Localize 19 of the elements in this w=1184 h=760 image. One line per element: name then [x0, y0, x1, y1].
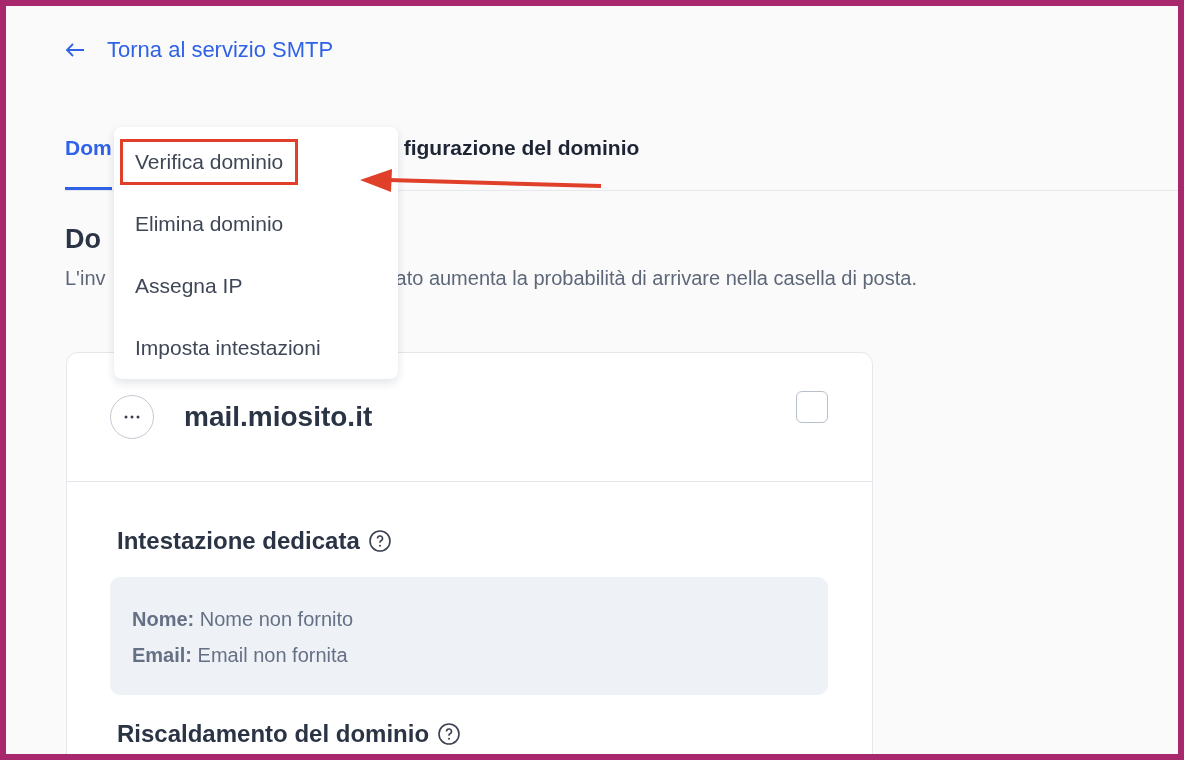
back-link[interactable]: Torna al servizio SMTP — [65, 36, 334, 64]
menu-item[interactable]: Imposta intestazioni — [120, 325, 336, 371]
help-icon[interactable] — [437, 722, 462, 746]
tab[interactable]: figurazione del dominio — [403, 134, 640, 190]
back-arrow-icon — [65, 42, 85, 58]
help-icon[interactable] — [367, 529, 392, 553]
section-title: Riscaldamento del dominio — [117, 720, 430, 748]
info-line: Nome: Nome non fornito — [132, 607, 355, 632]
info-line: Email: Email non fornita — [132, 643, 349, 668]
tab[interactable]: Dom — [65, 134, 112, 190]
menu-item[interactable]: Elimina dominio — [120, 201, 299, 247]
ellipsis-icon — [123, 415, 141, 419]
menu-item[interactable]: Verifica dominio — [120, 139, 299, 185]
section-heading: Do — [65, 223, 101, 255]
description-text: L'inv — [65, 267, 106, 290]
section-title: Intestazione dedicata — [117, 527, 360, 555]
domain-name: mail.miosito.it — [184, 401, 374, 433]
menu-item[interactable]: Assegna IP — [120, 263, 258, 309]
checkbox[interactable] — [796, 391, 828, 423]
